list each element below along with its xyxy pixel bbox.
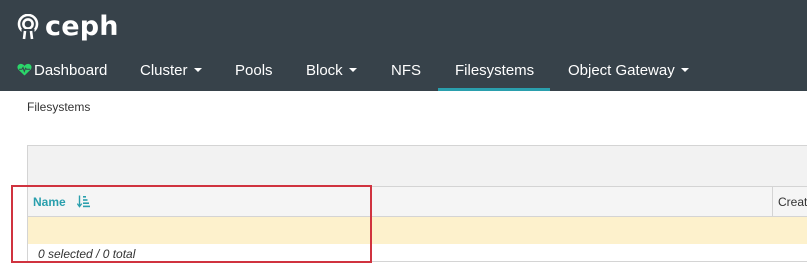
table-toolbar [28,146,807,187]
main-nav: Dashboard Cluster Pools Block NFS Filesy… [0,52,807,91]
top-navbar: ceph Dashboard Cluster Pools Block NFS F… [0,0,807,91]
breadcrumb: Filesystems [27,100,91,114]
highlight-annotation-box [11,185,372,263]
caret-down-icon [348,68,357,73]
nav-pools-label: Pools [235,62,273,79]
heart-icon [17,63,32,76]
nav-block[interactable]: Block [306,52,357,91]
ceph-logo-icon [17,14,39,40]
nav-block-label: Block [306,62,343,79]
nav-nfs-label: NFS [391,62,421,79]
nav-object-gateway[interactable]: Object Gateway [568,52,689,91]
nav-dashboard[interactable]: Dashboard [17,52,107,91]
nav-cluster[interactable]: Cluster [140,52,202,91]
nav-filesystems[interactable]: Filesystems [438,52,550,91]
ceph-logo[interactable]: ceph [16,11,119,43]
nav-nfs[interactable]: NFS [391,52,421,91]
caret-down-icon [193,68,202,73]
nav-cluster-label: Cluster [140,62,188,79]
caret-down-icon [680,68,689,73]
nav-object-gateway-label: Object Gateway [568,62,675,79]
logo-text: ceph [45,11,119,42]
nav-filesystems-label: Filesystems [455,62,535,79]
column-header-created[interactable]: Creat [778,187,807,217]
column-divider [772,187,773,217]
nav-dashboard-label: Dashboard [34,62,108,79]
nav-pools[interactable]: Pools [235,52,273,91]
